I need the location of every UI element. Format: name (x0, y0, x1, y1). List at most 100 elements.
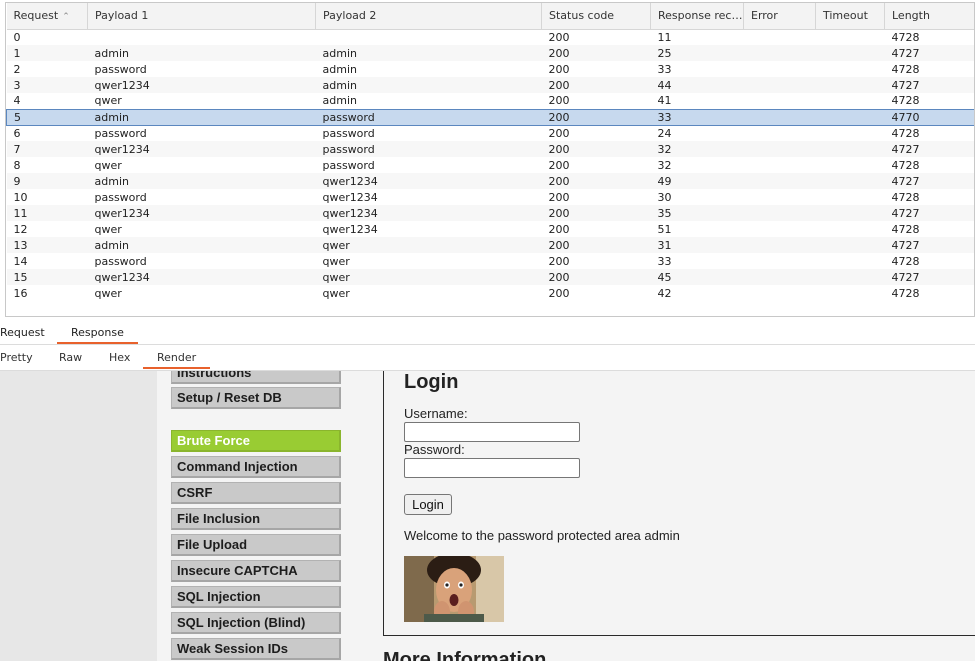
col-header-payload-2[interactable]: Payload 2 (315, 3, 542, 30)
col-header-timeout[interactable]: Timeout (815, 3, 885, 30)
cell-error (744, 253, 816, 269)
cell-payload-2: password (315, 141, 542, 157)
cell-payload-2: qwer1234 (315, 173, 542, 189)
password-label: Password: (404, 442, 465, 457)
cell-length: 4728 (891, 62, 920, 76)
more-information-heading: More Information (383, 649, 547, 661)
cell-payload-2: qwer (315, 237, 542, 253)
cell-length: 4727 (884, 237, 974, 253)
cell-error (744, 221, 816, 237)
tab-request[interactable]: Request (0, 321, 59, 344)
cell-timeout (816, 61, 885, 77)
table-row[interactable]: 15 qwer1234 qwer 200 45 4727 (6, 269, 974, 285)
table-row[interactable]: 16 qwer qwer 200 42 4728 (7, 285, 975, 301)
cell-payload-1 (88, 29, 316, 45)
login-title: Login (404, 371, 459, 393)
cell-request: 8 (13, 158, 21, 172)
cell-timeout (815, 173, 885, 189)
table-row[interactable]: 9 admin qwer1234 200 49 4727 (6, 173, 974, 189)
col-header-length[interactable]: Length (884, 3, 974, 30)
cell-length: 4727 (884, 269, 974, 285)
table-row[interactable]: 14 password qwer 200 33 4728 (7, 253, 975, 269)
tab-pretty[interactable]: Pretty (0, 346, 47, 369)
cell-timeout (815, 77, 885, 93)
cell-length: 4728 (891, 126, 920, 140)
cell-error (743, 237, 816, 253)
cell-response-received: 33 (650, 108, 744, 126)
table-row[interactable]: 8 qwer password 200 32 4728 (7, 157, 975, 173)
cell-request: 16 (13, 286, 28, 300)
table-row[interactable]: 11 qwer1234 qwer1234 200 35 4727 (6, 205, 974, 221)
password-input[interactable] (404, 458, 580, 478)
cell-response-received: 33 (657, 62, 672, 76)
cell-error (744, 189, 816, 205)
cell-timeout (815, 269, 885, 285)
col-header-request[interactable]: Request ⌃ (6, 3, 88, 30)
table-row[interactable]: 7 qwer1234 password 200 32 4727 (6, 141, 974, 157)
cell-request: 14 (13, 254, 28, 268)
login-panel: Login Username: Password: Login Welcome … (383, 371, 975, 636)
cell-status-code: 200 (548, 222, 570, 236)
col-header-payload-1[interactable]: Payload 1 (87, 3, 316, 30)
table-row[interactable]: 10 password qwer1234 200 30 4728 (7, 189, 975, 205)
cell-request: 13 (6, 237, 88, 253)
cell-length: 4727 (884, 205, 974, 221)
col-header-error[interactable]: Error (743, 3, 816, 30)
cell-request: 1 (6, 45, 88, 61)
tab-hex[interactable]: Hex (95, 346, 144, 369)
username-input[interactable] (404, 422, 580, 442)
login-button[interactable]: Login (404, 494, 452, 515)
menu-insecure-captcha[interactable]: Insecure CAPTCHA (171, 560, 341, 582)
table-row[interactable]: 6 password password 200 24 4728 (7, 125, 975, 141)
menu-file-upload[interactable]: File Upload (171, 534, 341, 556)
menu-command-injection[interactable]: Command Injection (171, 456, 341, 478)
tab-response[interactable]: Response (57, 321, 138, 344)
menu-setup-reset-db[interactable]: Setup / Reset DB (171, 387, 341, 409)
cell-request: 0 (13, 30, 21, 44)
cell-request: 15 (6, 269, 88, 285)
cell-payload-1: password (94, 62, 147, 76)
table-row[interactable]: 13 admin qwer 200 31 4727 (6, 237, 974, 253)
col-header-response-received[interactable]: Response recei... (650, 3, 744, 30)
message-tabs: Request Response (0, 321, 975, 345)
cell-payload-1: qwer1234 (87, 141, 316, 157)
cell-error (743, 205, 816, 221)
cell-status-code: 200 (541, 77, 651, 93)
tab-render[interactable]: Render (143, 346, 211, 369)
menu-sql-injection[interactable]: SQL Injection (171, 586, 341, 608)
menu-brute-force[interactable]: Brute Force (171, 430, 341, 452)
col-header-status-code[interactable]: Status code (541, 3, 651, 30)
user-photo-graphic (404, 556, 504, 622)
table-row[interactable]: 12 qwer qwer1234 200 51 4728 (7, 221, 975, 237)
menu-instructions[interactable]: Instructions (171, 371, 341, 384)
table-row[interactable]: 2 password admin 200 33 4728 (7, 61, 975, 77)
cell-status-code: 200 (548, 286, 570, 300)
cell-payload-1: qwer1234 (87, 269, 316, 285)
menu-sql-injection-blind[interactable]: SQL Injection (Blind) (171, 612, 341, 634)
cell-length: 4728 (891, 30, 920, 44)
table-row[interactable]: 0 200 11 4728 (7, 29, 975, 45)
cell-error (744, 285, 816, 301)
cell-payload-1: qwer (94, 94, 122, 108)
cell-payload-2: qwer1234 (322, 190, 378, 204)
table-row[interactable]: 5 admin password 200 33 4770 (6, 108, 974, 126)
cell-response-received: 49 (650, 173, 744, 189)
cell-response-received: 35 (650, 205, 744, 221)
cell-error (743, 141, 816, 157)
cell-error (743, 173, 816, 189)
cell-payload-1: password (94, 190, 147, 204)
cell-payload-1: password (94, 126, 147, 140)
table-row[interactable]: 1 admin admin 200 25 4727 (6, 45, 974, 61)
cell-response-received: 45 (650, 269, 744, 285)
table-row[interactable]: 3 qwer1234 admin 200 44 4727 (6, 77, 974, 93)
menu-file-inclusion[interactable]: File Inclusion (171, 508, 341, 530)
cell-timeout (816, 157, 885, 173)
tab-raw[interactable]: Raw (45, 346, 96, 369)
cell-response-received: 25 (650, 45, 744, 61)
menu-weak-session-ids[interactable]: Weak Session IDs (171, 638, 341, 660)
menu-csrf[interactable]: CSRF (171, 482, 341, 504)
cell-length: 4728 (891, 190, 920, 204)
cell-length: 4728 (891, 222, 920, 236)
table-row[interactable]: 4 qwer admin 200 41 4728 (7, 93, 975, 109)
results-table: Request ⌃ Payload 1 Payload 2 Status code… (5, 2, 975, 317)
